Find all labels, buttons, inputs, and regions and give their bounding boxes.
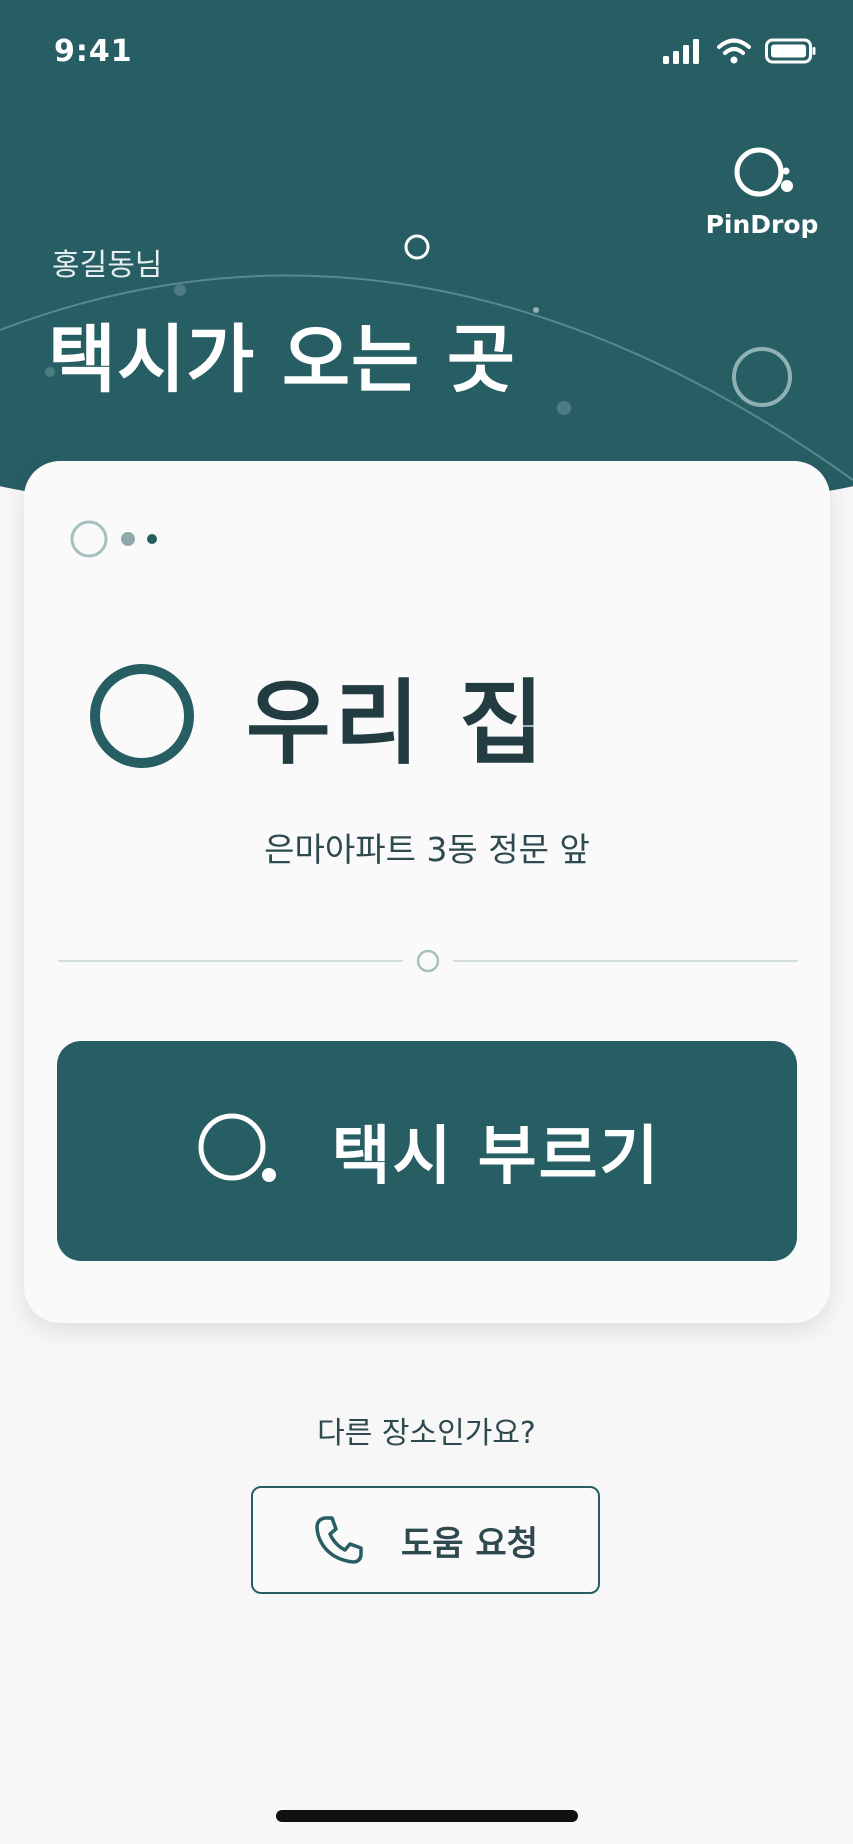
brand-name: PinDrop [705,210,819,239]
status-time: 9:41 [54,34,133,69]
help-request-button[interactable]: 도움 요청 [251,1486,600,1594]
status-icons [663,38,817,64]
screen: 9:41 PinDrop 홍길동님 택시가 오는 곳 우리 집 은마아파트 3동… [0,0,853,1844]
home-indicator[interactable] [276,1810,578,1822]
wifi-icon [717,38,751,64]
page-title: 택시가 오는 곳 [48,317,517,403]
pin-circle-icon [198,1113,276,1182]
user-greeting: 홍길동님 [52,248,163,283]
place-ring-icon [90,663,194,768]
pin-circle-icon [734,147,793,197]
destination-card: 우리 집 은마아파트 3동 정문 앞 택시 부르기 [24,461,830,1323]
help-request-label: 도움 요청 [401,1523,538,1564]
signal-icon [663,39,699,64]
call-taxi-label: 택시 부르기 [331,1120,661,1194]
status-bar: 9:41 [0,0,853,110]
place-description: 은마아파트 3동 정문 앞 [264,830,590,869]
place-row: 우리 집 [88,649,548,782]
call-taxi-button[interactable]: 택시 부르기 [57,1041,797,1261]
carousel-dots-icon [70,517,170,561]
brand-logo: PinDrop [697,144,827,239]
phone-icon [315,1516,363,1564]
divider [58,949,798,973]
other-place-question: 다른 장소인가요? [317,1416,536,1451]
battery-icon [765,38,816,64]
place-name: 우리 집 [246,670,548,777]
